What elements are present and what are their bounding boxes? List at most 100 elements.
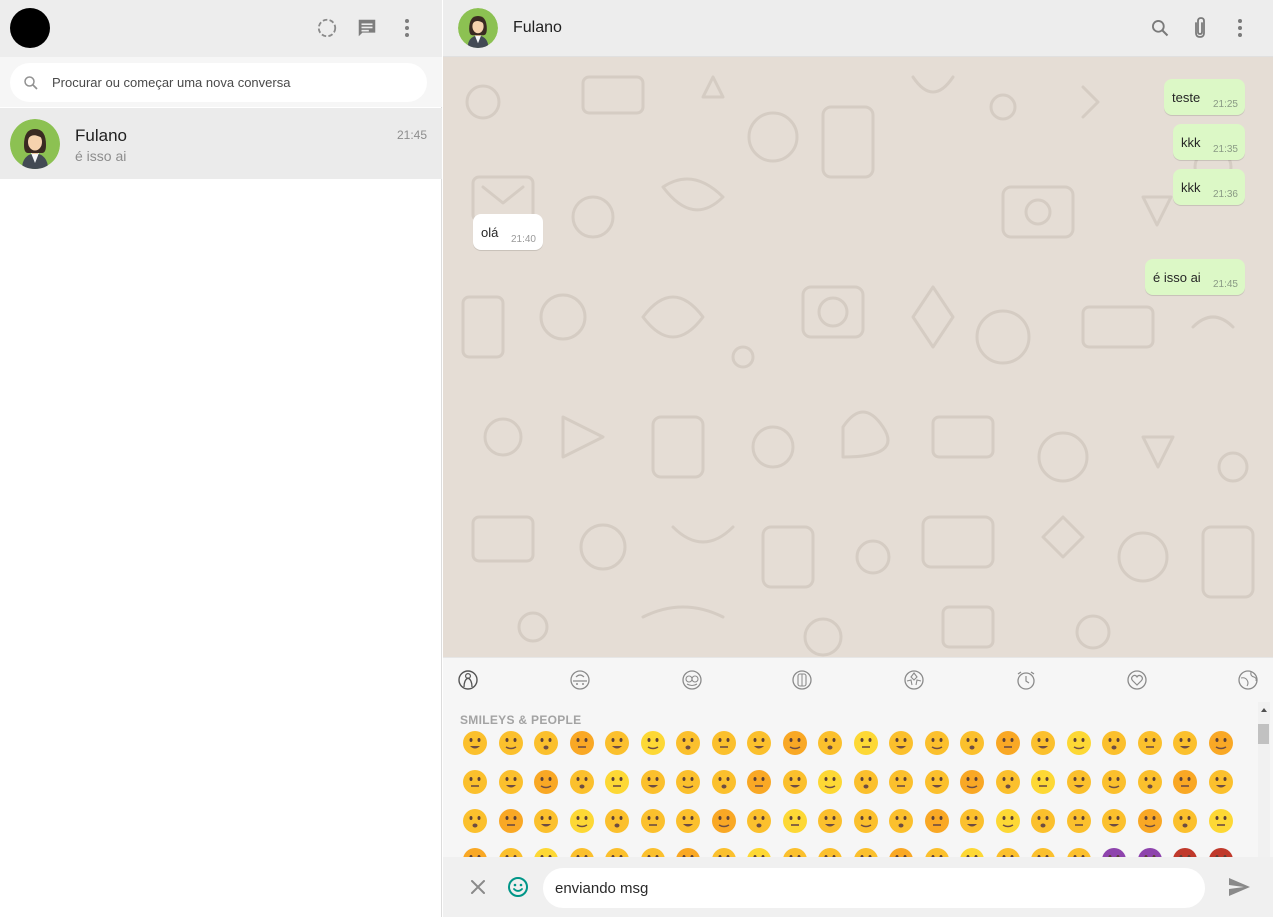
emoji-item[interactable] bbox=[604, 808, 630, 834]
emoji-item[interactable] bbox=[711, 769, 737, 795]
emoji-item[interactable] bbox=[1172, 730, 1198, 756]
activity-icon[interactable] bbox=[791, 669, 813, 691]
emoji-item[interactable] bbox=[782, 730, 808, 756]
emoji-item[interactable] bbox=[569, 769, 595, 795]
attach-icon[interactable] bbox=[1187, 15, 1213, 41]
emoji-item[interactable] bbox=[462, 808, 488, 834]
emoji-item[interactable] bbox=[959, 730, 985, 756]
emoji-item[interactable] bbox=[675, 808, 701, 834]
emoji-item[interactable] bbox=[1137, 769, 1163, 795]
emoji-item[interactable] bbox=[995, 769, 1021, 795]
emoji-item[interactable] bbox=[640, 808, 666, 834]
message-input[interactable] bbox=[543, 868, 1205, 908]
message-bubble-outgoing[interactable]: kkk 21:35 bbox=[1173, 124, 1245, 160]
emoji-item[interactable] bbox=[1172, 808, 1198, 834]
message-bubble-outgoing[interactable]: teste 21:25 bbox=[1164, 79, 1245, 115]
contact-avatar[interactable] bbox=[458, 8, 498, 48]
emoji-item[interactable] bbox=[995, 808, 1021, 834]
emoji-item[interactable] bbox=[1030, 808, 1056, 834]
message-bubble-incoming[interactable]: olá 21:40 bbox=[473, 214, 543, 250]
smileys-people-icon[interactable] bbox=[457, 669, 479, 691]
food-drink-icon[interactable] bbox=[681, 669, 703, 691]
animals-nature-icon[interactable] bbox=[569, 669, 591, 691]
emoji-item[interactable] bbox=[640, 769, 666, 795]
emoji-item[interactable] bbox=[817, 769, 843, 795]
contact-name: Fulano bbox=[513, 19, 562, 36]
emoji-item[interactable] bbox=[959, 769, 985, 795]
emoji-item[interactable] bbox=[782, 808, 808, 834]
emoji-item[interactable] bbox=[888, 769, 914, 795]
emoji-item[interactable] bbox=[1101, 730, 1127, 756]
emoji-item[interactable] bbox=[569, 808, 595, 834]
emoji-item[interactable] bbox=[604, 769, 630, 795]
scroll-up-arrow-icon[interactable] bbox=[1259, 702, 1269, 712]
emoji-item[interactable] bbox=[1066, 730, 1092, 756]
travel-places-icon[interactable] bbox=[903, 669, 925, 691]
emoji-item[interactable] bbox=[1137, 808, 1163, 834]
emoji-item[interactable] bbox=[1030, 730, 1056, 756]
emoji-item[interactable] bbox=[817, 730, 843, 756]
emoji-item[interactable] bbox=[782, 769, 808, 795]
emoji-item[interactable] bbox=[1066, 808, 1092, 834]
emoji-item[interactable] bbox=[888, 730, 914, 756]
emoji-item[interactable] bbox=[533, 769, 559, 795]
emoji-item[interactable] bbox=[888, 808, 914, 834]
emoji-item[interactable] bbox=[533, 808, 559, 834]
send-icon[interactable] bbox=[1227, 875, 1251, 899]
emoji-item[interactable] bbox=[995, 730, 1021, 756]
emoji-item[interactable] bbox=[640, 730, 666, 756]
emoji-item[interactable] bbox=[498, 730, 524, 756]
emoji-item[interactable] bbox=[604, 730, 630, 756]
emoji-item[interactable] bbox=[675, 730, 701, 756]
emoji-item[interactable] bbox=[569, 730, 595, 756]
emoji-item[interactable] bbox=[853, 769, 879, 795]
chat-list-item[interactable]: Fulano 21:45 é isso ai bbox=[0, 108, 442, 179]
message-list: teste 21:25 kkk 21:35 kkk 21:36 olá 21:4… bbox=[443, 57, 1273, 657]
emoji-scroll-thumb[interactable] bbox=[1258, 724, 1269, 744]
menu-icon[interactable] bbox=[1227, 15, 1253, 41]
emoji-toggle-icon[interactable] bbox=[506, 875, 530, 899]
emoji-item[interactable] bbox=[1066, 769, 1092, 795]
emoji-item[interactable] bbox=[746, 769, 772, 795]
new-chat-icon[interactable] bbox=[354, 15, 380, 41]
emoji-item[interactable] bbox=[1208, 730, 1234, 756]
message-bubble-outgoing[interactable]: é isso ai 21:45 bbox=[1145, 259, 1245, 295]
emoji-item[interactable] bbox=[746, 730, 772, 756]
emoji-item[interactable] bbox=[924, 808, 950, 834]
flags-icon[interactable] bbox=[1237, 669, 1259, 691]
emoji-item[interactable] bbox=[924, 730, 950, 756]
emoji-item[interactable] bbox=[462, 730, 488, 756]
objects-icon[interactable] bbox=[1015, 669, 1037, 691]
emoji-item[interactable] bbox=[711, 730, 737, 756]
emoji-item[interactable] bbox=[462, 769, 488, 795]
emoji-item[interactable] bbox=[1030, 769, 1056, 795]
emoji-item[interactable] bbox=[711, 808, 737, 834]
chat-last-message: é isso ai bbox=[75, 148, 127, 164]
emoji-item[interactable] bbox=[1208, 808, 1234, 834]
message-text: kkk bbox=[1181, 180, 1201, 195]
search-input[interactable] bbox=[52, 63, 412, 102]
emoji-item[interactable] bbox=[498, 808, 524, 834]
emoji-item[interactable] bbox=[959, 808, 985, 834]
emoji-item[interactable] bbox=[853, 730, 879, 756]
close-icon[interactable] bbox=[466, 875, 490, 899]
emoji-item[interactable] bbox=[498, 769, 524, 795]
emoji-item[interactable] bbox=[533, 730, 559, 756]
emoji-item[interactable] bbox=[924, 769, 950, 795]
emoji-item[interactable] bbox=[1137, 730, 1163, 756]
emoji-item[interactable] bbox=[817, 808, 843, 834]
message-bubble-outgoing[interactable]: kkk 21:36 bbox=[1173, 169, 1245, 205]
emoji-item[interactable] bbox=[853, 808, 879, 834]
emoji-item[interactable] bbox=[1172, 769, 1198, 795]
menu-icon[interactable] bbox=[394, 15, 420, 41]
emoji-item[interactable] bbox=[1101, 808, 1127, 834]
emoji-item[interactable] bbox=[1208, 769, 1234, 795]
my-avatar[interactable] bbox=[10, 8, 50, 48]
emoji-item[interactable] bbox=[675, 769, 701, 795]
emoji-item[interactable] bbox=[1101, 769, 1127, 795]
search-icon[interactable] bbox=[1147, 15, 1173, 41]
emoji-grid bbox=[460, 730, 1260, 858]
status-icon[interactable] bbox=[314, 15, 340, 41]
symbols-icon[interactable] bbox=[1126, 669, 1148, 691]
emoji-item[interactable] bbox=[746, 808, 772, 834]
